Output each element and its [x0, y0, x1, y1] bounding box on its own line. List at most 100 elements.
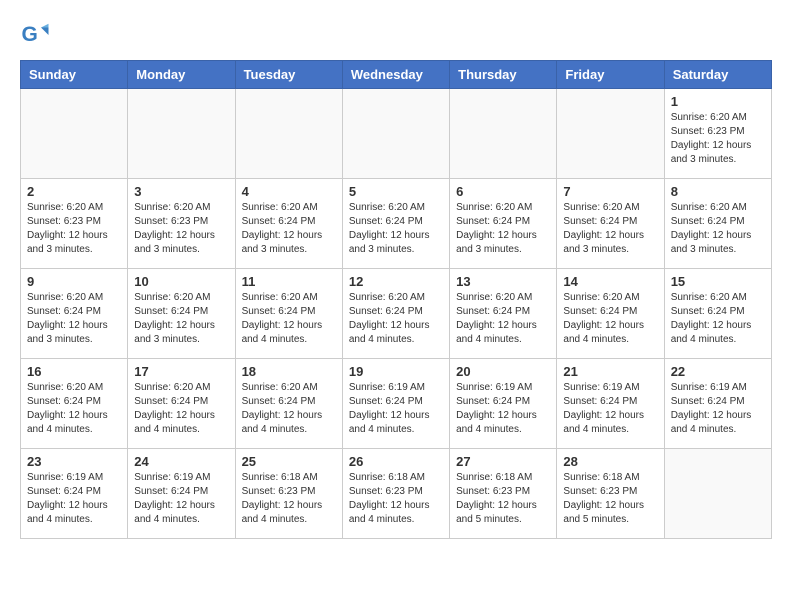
day-number: 24 [134, 454, 228, 469]
calendar-cell: 19 Sunrise: 6:19 AM Sunset: 6:24 PM Dayli… [342, 359, 449, 449]
day-info: Sunrise: 6:20 AM Sunset: 6:24 PM Dayligh… [27, 381, 121, 437]
calendar-cell [664, 449, 771, 539]
calendar-cell: 11 Sunrise: 6:20 AM Sunset: 6:24 PM Dayli… [235, 269, 342, 359]
calendar-cell: 22 Sunrise: 6:19 AM Sunset: 6:24 PM Dayli… [664, 359, 771, 449]
day-number: 25 [242, 454, 336, 469]
day-number: 7 [563, 184, 657, 199]
calendar-header-row: SundayMondayTuesdayWednesdayThursdayFrid… [21, 61, 772, 89]
day-info: Sunrise: 6:20 AM Sunset: 6:24 PM Dayligh… [563, 201, 657, 257]
calendar-cell: 18Sunrise: 6:20 AM Sunset: 6:24 PM Dayli… [235, 359, 342, 449]
calendar-cell [450, 89, 557, 179]
calendar-cell: 7 Sunrise: 6:20 AM Sunset: 6:24 PM Daylig… [557, 179, 664, 269]
day-number: 15 [671, 274, 765, 289]
day-number: 21 [563, 364, 657, 379]
day-info: Sunrise: 6:18 AM Sunset: 6:23 PM Dayligh… [242, 471, 336, 527]
day-info: Sunrise: 6:18 AM Sunset: 6:23 PM Dayligh… [456, 471, 550, 527]
calendar-header-thursday: Thursday [450, 61, 557, 89]
day-number: 9 [27, 274, 121, 289]
day-info: Sunrise: 6:19 AM Sunset: 6:24 PM Dayligh… [349, 381, 443, 437]
day-number: 11 [242, 274, 336, 289]
day-number: 8 [671, 184, 765, 199]
calendar-cell: 4 Sunrise: 6:20 AM Sunset: 6:24 PM Daylig… [235, 179, 342, 269]
day-number: 14 [563, 274, 657, 289]
day-number: 12 [349, 274, 443, 289]
day-info: Sunrise: 6:19 AM Sunset: 6:24 PM Dayligh… [456, 381, 550, 437]
day-number: 20 [456, 364, 550, 379]
day-number: 3 [134, 184, 228, 199]
day-info: Sunrise: 6:20 AM Sunset: 6:24 PM Dayligh… [134, 291, 228, 347]
day-number: 28 [563, 454, 657, 469]
calendar-cell [21, 89, 128, 179]
day-info: Sunrise: 6:20 AM Sunset: 6:24 PM Dayligh… [456, 291, 550, 347]
calendar-cell [235, 89, 342, 179]
day-number: 2 [27, 184, 121, 199]
day-info: Sunrise: 6:20 AM Sunset: 6:24 PM Dayligh… [27, 291, 121, 347]
day-info: Sunrise: 6:20 AM Sunset: 6:24 PM Dayligh… [349, 201, 443, 257]
calendar-header-friday: Friday [557, 61, 664, 89]
calendar-cell: 10 Sunrise: 6:20 AM Sunset: 6:24 PM Dayli… [128, 269, 235, 359]
header: G [20, 20, 772, 50]
calendar-header-wednesday: Wednesday [342, 61, 449, 89]
calendar-cell: 8 Sunrise: 6:20 AM Sunset: 6:24 PM Daylig… [664, 179, 771, 269]
day-info: Sunrise: 6:18 AM Sunset: 6:23 PM Dayligh… [349, 471, 443, 527]
day-info: Sunrise: 6:20 AM Sunset: 6:23 PM Dayligh… [27, 201, 121, 257]
calendar-week-row: 2 Sunrise: 6:20 AM Sunset: 6:23 PM Daylig… [21, 179, 772, 269]
calendar-cell: 1 Sunrise: 6:20 AM Sunset: 6:23 PM Daylig… [664, 89, 771, 179]
calendar-cell: 13 Sunrise: 6:20 AM Sunset: 6:24 PM Dayli… [450, 269, 557, 359]
day-number: 22 [671, 364, 765, 379]
calendar-cell: 25 Sunrise: 6:18 AM Sunset: 6:23 PM Dayli… [235, 449, 342, 539]
day-number: 16 [27, 364, 121, 379]
day-number: 26 [349, 454, 443, 469]
calendar-cell: 9 Sunrise: 6:20 AM Sunset: 6:24 PM Daylig… [21, 269, 128, 359]
calendar-cell: 17 Sunrise: 6:20 AM Sunset: 6:24 PM Dayli… [128, 359, 235, 449]
calendar-cell [557, 89, 664, 179]
logo-icon: G [20, 20, 50, 50]
day-info: Sunrise: 6:20 AM Sunset: 6:24 PM Dayligh… [671, 291, 765, 347]
calendar-cell: 21 Sunrise: 6:19 AM Sunset: 6:24 PM Dayli… [557, 359, 664, 449]
calendar-table: SundayMondayTuesdayWednesdayThursdayFrid… [20, 60, 772, 539]
day-info: Sunrise: 6:20 AM Sunset: 6:23 PM Dayligh… [134, 201, 228, 257]
day-info: Sunrise: 6:20 AM Sunset: 6:23 PM Dayligh… [671, 111, 765, 167]
calendar-cell: 20 Sunrise: 6:19 AM Sunset: 6:24 PM Dayli… [450, 359, 557, 449]
calendar-cell: 5Sunrise: 6:20 AM Sunset: 6:24 PM Daylig… [342, 179, 449, 269]
calendar-cell: 24 Sunrise: 6:19 AM Sunset: 6:24 PM Dayli… [128, 449, 235, 539]
day-info: Sunrise: 6:19 AM Sunset: 6:24 PM Dayligh… [671, 381, 765, 437]
day-number: 17 [134, 364, 228, 379]
day-info: Sunrise: 6:18 AM Sunset: 6:23 PM Dayligh… [563, 471, 657, 527]
calendar-header-sunday: Sunday [21, 61, 128, 89]
day-info: Sunrise: 6:20 AM Sunset: 6:24 PM Dayligh… [242, 201, 336, 257]
day-info: Sunrise: 6:20 AM Sunset: 6:24 PM Dayligh… [671, 201, 765, 257]
calendar-week-row: 23 Sunrise: 6:19 AM Sunset: 6:24 PM Dayli… [21, 449, 772, 539]
day-number: 23 [27, 454, 121, 469]
calendar-cell: 12 Sunrise: 6:20 AM Sunset: 6:24 PM Dayli… [342, 269, 449, 359]
calendar-header-tuesday: Tuesday [235, 61, 342, 89]
day-number: 13 [456, 274, 550, 289]
day-info: Sunrise: 6:20 AM Sunset: 6:24 PM Dayligh… [349, 291, 443, 347]
calendar-cell: 2 Sunrise: 6:20 AM Sunset: 6:23 PM Daylig… [21, 179, 128, 269]
calendar-cell: 26 Sunrise: 6:18 AM Sunset: 6:23 PM Dayli… [342, 449, 449, 539]
calendar-cell: 6Sunrise: 6:20 AM Sunset: 6:24 PM Daylig… [450, 179, 557, 269]
calendar-cell: 28 Sunrise: 6:18 AM Sunset: 6:23 PM Dayli… [557, 449, 664, 539]
calendar-cell: 16 Sunrise: 6:20 AM Sunset: 6:24 PM Dayli… [21, 359, 128, 449]
day-number: 18 [242, 364, 336, 379]
day-info: Sunrise: 6:20 AM Sunset: 6:24 PM Dayligh… [456, 201, 550, 257]
calendar-week-row: 16 Sunrise: 6:20 AM Sunset: 6:24 PM Dayli… [21, 359, 772, 449]
calendar-cell: 15 Sunrise: 6:20 AM Sunset: 6:24 PM Dayli… [664, 269, 771, 359]
calendar-cell: 3 Sunrise: 6:20 AM Sunset: 6:23 PM Daylig… [128, 179, 235, 269]
day-info: Sunrise: 6:19 AM Sunset: 6:24 PM Dayligh… [134, 471, 228, 527]
day-number: 27 [456, 454, 550, 469]
day-info: Sunrise: 6:19 AM Sunset: 6:24 PM Dayligh… [563, 381, 657, 437]
day-number: 1 [671, 94, 765, 109]
calendar-header-saturday: Saturday [664, 61, 771, 89]
calendar-header-monday: Monday [128, 61, 235, 89]
logo: G [20, 20, 55, 50]
calendar-week-row: 1 Sunrise: 6:20 AM Sunset: 6:23 PM Daylig… [21, 89, 772, 179]
day-number: 10 [134, 274, 228, 289]
calendar-cell: 14 Sunrise: 6:20 AM Sunset: 6:24 PM Dayli… [557, 269, 664, 359]
day-info: Sunrise: 6:20 AM Sunset: 6:24 PM Dayligh… [563, 291, 657, 347]
day-number: 4 [242, 184, 336, 199]
day-number: 19 [349, 364, 443, 379]
calendar-cell [128, 89, 235, 179]
day-info: Sunrise: 6:20 AM Sunset: 6:24 PM Dayligh… [134, 381, 228, 437]
day-info: Sunrise: 6:20 AM Sunset: 6:24 PM Dayligh… [242, 291, 336, 347]
